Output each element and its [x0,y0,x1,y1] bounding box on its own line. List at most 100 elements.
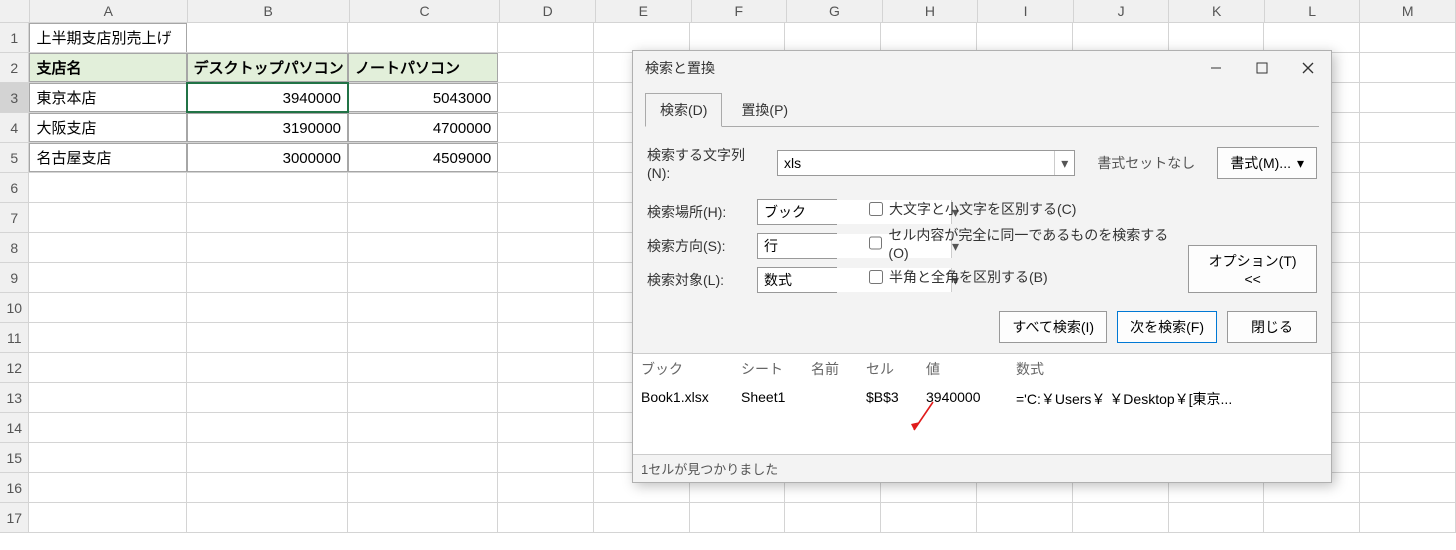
cell[interactable] [1360,443,1456,472]
row-header-9[interactable]: 9 [0,263,29,292]
col-header-j[interactable]: J [1074,0,1170,22]
dialog-titlebar[interactable]: 検索と置換 [633,51,1331,85]
cell[interactable] [29,263,186,292]
cell-c4[interactable]: 4700000 [348,113,498,142]
cell-b3[interactable]: 3940000 [187,83,348,112]
row-header-8[interactable]: 8 [0,233,29,262]
col-header-l[interactable]: L [1265,0,1361,22]
cell[interactable] [1360,503,1456,532]
cell[interactable] [1360,83,1456,112]
maximize-button[interactable] [1239,51,1285,85]
cell-c2[interactable]: ノートパソコン [348,53,498,82]
cell[interactable] [1360,143,1456,172]
cell[interactable] [498,323,594,352]
cell[interactable] [29,353,186,382]
cell[interactable] [594,503,690,532]
cell[interactable] [785,503,881,532]
tab-find[interactable]: 検索(D) [645,93,722,127]
cell[interactable] [498,443,594,472]
cell-a5[interactable]: 名古屋支店 [29,143,186,172]
cell[interactable] [1360,323,1456,352]
cell[interactable] [187,443,348,472]
cell[interactable] [187,263,348,292]
cell[interactable] [29,173,186,202]
cell[interactable] [187,203,348,232]
cell[interactable] [881,23,977,52]
close-dialog-button[interactable]: 閉じる [1227,311,1317,343]
cell[interactable] [1360,293,1456,322]
cell[interactable] [187,323,348,352]
cell[interactable] [977,503,1073,532]
cell-a4[interactable]: 大阪支店 [29,113,186,142]
cell-c1[interactable] [348,23,498,52]
cell[interactable] [1360,413,1456,442]
row-header-1[interactable]: 1 [0,23,29,52]
cell[interactable] [187,413,348,442]
cell[interactable] [498,143,594,172]
col-header-m[interactable]: M [1360,0,1456,22]
row-header-11[interactable]: 11 [0,323,29,352]
cell[interactable] [348,263,498,292]
cell[interactable] [498,413,594,442]
cell[interactable] [1073,23,1169,52]
cell[interactable] [187,383,348,412]
tab-replace[interactable]: 置換(P) [726,93,803,127]
cell-a3[interactable]: 東京本店 [29,83,186,112]
cell[interactable] [498,173,594,202]
col-header-k[interactable]: K [1169,0,1265,22]
match-byte-checkbox[interactable]: 半角と全角を区別する(B) [869,267,1176,287]
cell[interactable] [187,473,348,502]
cell[interactable] [1360,383,1456,412]
find-what-input[interactable] [778,151,1054,175]
cell[interactable] [29,473,186,502]
cell[interactable] [29,323,186,352]
cell[interactable] [29,203,186,232]
cell-b5[interactable]: 3000000 [187,143,348,172]
cell[interactable] [348,473,498,502]
row-header-16[interactable]: 16 [0,473,29,502]
cell[interactable] [348,203,498,232]
cell[interactable] [498,53,594,82]
cell-b2[interactable]: デスクトップパソコン [187,53,348,82]
find-all-button[interactable]: すべて検索(I) [999,311,1107,343]
cell[interactable] [348,173,498,202]
cell[interactable] [1264,23,1360,52]
cell[interactable] [1360,113,1456,142]
cell[interactable] [498,83,594,112]
cell[interactable] [348,323,498,352]
cell[interactable] [1360,23,1456,52]
cell[interactable] [1360,263,1456,292]
result-row[interactable]: Book1.xlsx Sheet1 $B$3 3940000 ='C:￥User… [633,384,1331,414]
cell[interactable] [1264,503,1360,532]
row-header-7[interactable]: 7 [0,203,29,232]
cell-c3[interactable]: 5043000 [348,83,498,112]
row-header-4[interactable]: 4 [0,113,29,142]
cell[interactable] [187,353,348,382]
cell[interactable] [187,293,348,322]
cell[interactable] [29,383,186,412]
cell[interactable] [785,23,881,52]
row-header-14[interactable]: 14 [0,413,29,442]
options-button[interactable]: オプション(T) << [1188,245,1317,293]
cell[interactable] [690,503,786,532]
cell[interactable] [1360,203,1456,232]
lookin-combo[interactable]: ▾ [757,267,837,293]
cell[interactable] [29,233,186,262]
row-header-3[interactable]: 3 [0,83,29,112]
cell[interactable] [348,503,498,532]
cell[interactable] [977,23,1073,52]
within-combo[interactable]: ▾ [757,199,837,225]
row-header-12[interactable]: 12 [0,353,29,382]
cell[interactable] [1169,23,1265,52]
col-header-h[interactable]: H [883,0,979,22]
col-header-d[interactable]: D [500,0,596,22]
cell[interactable] [348,383,498,412]
col-header-a[interactable]: A [30,0,188,22]
cell[interactable] [498,203,594,232]
cell[interactable] [348,353,498,382]
cell[interactable] [1360,233,1456,262]
cell[interactable] [187,233,348,262]
cell[interactable] [498,23,594,52]
cell[interactable] [29,503,186,532]
cell[interactable] [1360,353,1456,382]
